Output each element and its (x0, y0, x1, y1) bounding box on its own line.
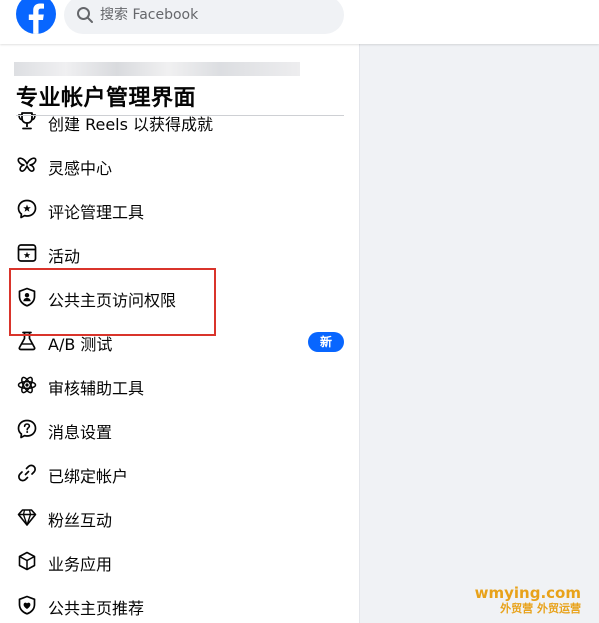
calendar-star-icon (17, 244, 37, 262)
menu-item-label: 评论管理工具 (48, 203, 145, 222)
top-bar (0, 0, 599, 44)
watermark-site: wmying.com (474, 584, 581, 602)
sidebar: 专业帐户管理界面 创建 Reels 以获得成就 灵感中心 评论管理工具 活动 公… (0, 44, 360, 623)
menu-item-label: 已绑定帐户 (48, 467, 129, 486)
blurred-account-name (14, 62, 300, 76)
atom-icon (17, 376, 37, 394)
butterfly-icon (17, 157, 37, 172)
menu-item-label: 业务应用 (48, 555, 113, 574)
facebook-logo-icon[interactable] (16, 0, 56, 34)
comment-star-icon (17, 199, 37, 219)
new-badge: 新 (307, 332, 344, 352)
search-icon (77, 7, 93, 23)
menu-item-moderation-assist[interactable]: 审核辅助工具 (8, 364, 352, 406)
menu-item-label: A/B 测试 (48, 335, 113, 354)
menu-item-linked-accounts[interactable]: 已绑定帐户 (8, 452, 352, 494)
watermark-tagline: 外贸营 外贸运营 (500, 602, 581, 615)
search-input[interactable] (100, 0, 336, 34)
diamond-icon (17, 509, 37, 526)
menu-item-events[interactable]: 活动 (8, 232, 352, 274)
menu-item-inspiration-hub[interactable]: 灵感中心 (8, 144, 352, 186)
trophy-icon (18, 112, 36, 130)
main-content-area (360, 44, 599, 623)
title-divider (16, 115, 344, 116)
menu-item-label: 粉丝互动 (48, 511, 113, 530)
menu-item-fan-engagement[interactable]: 粉丝互动 (8, 496, 352, 538)
cube-icon (18, 551, 36, 571)
menu-item-label: 消息设置 (48, 423, 113, 442)
menu-item-label: 公共主页访问权限 (48, 291, 177, 310)
panel-title: 专业帐户管理界面 (16, 80, 205, 112)
menu-item-page-access[interactable]: 公共主页访问权限 (8, 276, 352, 318)
flask-icon (18, 331, 36, 351)
menu-item-label: 灵感中心 (48, 159, 113, 178)
menu-item-label: 公共主页推荐 (48, 599, 145, 618)
question-bubble-icon (17, 419, 37, 439)
shield-person-icon (18, 287, 36, 307)
menu-item-business-apps[interactable]: 业务应用 (8, 540, 352, 582)
menu-item-page-recommendations[interactable]: 公共主页推荐 (8, 584, 352, 623)
menu-item-message-settings[interactable]: 消息设置 (8, 408, 352, 450)
menu-item-ab-test[interactable]: A/B 测试 新 (8, 320, 352, 362)
search-box[interactable] (64, 0, 344, 34)
watermark: wmying.com 外贸营 外贸运营 (475, 584, 581, 616)
link-icon (18, 464, 36, 482)
menu-item-comment-moderation[interactable]: 评论管理工具 (8, 188, 352, 230)
menu-item-label: 活动 (48, 247, 81, 266)
menu-item-label: 审核辅助工具 (48, 379, 145, 398)
shield-heart-icon (18, 595, 36, 615)
